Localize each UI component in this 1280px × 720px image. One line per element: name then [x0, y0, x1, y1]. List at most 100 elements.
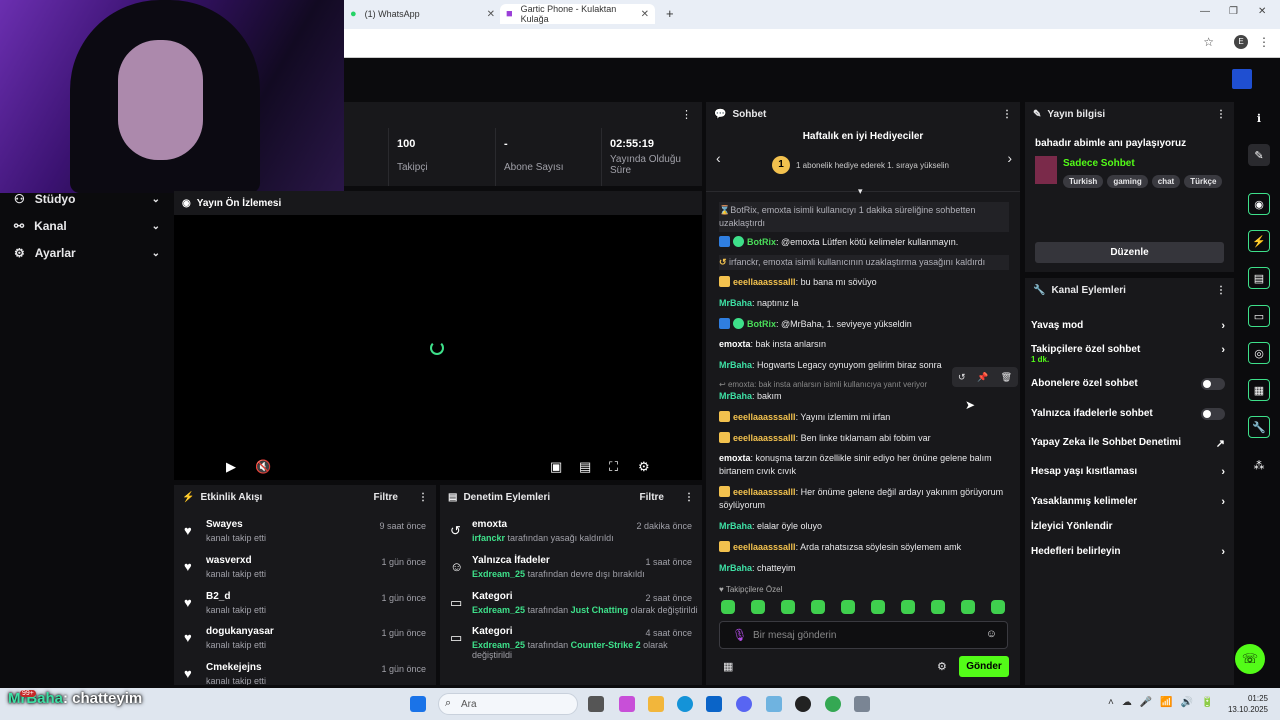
outlook-icon[interactable]	[706, 696, 722, 712]
apps-icon[interactable]: ⁂	[1248, 454, 1270, 476]
chat-username[interactable]: MrBaha	[719, 360, 752, 370]
list-item[interactable]: ↺ emoxta irfanckr tarafından yasağı kaldır…	[440, 519, 702, 553]
chat-username[interactable]: eeellaaasssalll	[733, 277, 796, 287]
lightning-icon[interactable]: ⚡	[1248, 230, 1270, 252]
list-item[interactable]: ♥ Swayes kanalı takip etti 9 saat önce	[174, 519, 436, 553]
tag[interactable]: Türkçe	[1184, 175, 1223, 188]
collapse-icon[interactable]: ▾	[858, 186, 863, 197]
chrome-icon[interactable]	[825, 696, 841, 712]
chat-input[interactable]: 🎙 Bir mesaj gönderin ☺	[719, 621, 1008, 649]
action-followers-only[interactable]: Takipçilere özel sohbet 1 dk. ›	[1031, 344, 1225, 364]
emoji-icon[interactable]: ☺	[986, 628, 997, 640]
chat-username[interactable]: eeellaaasssalll	[733, 412, 796, 422]
emote-icon[interactable]	[781, 600, 795, 614]
file-explorer-icon[interactable]	[648, 696, 664, 712]
more-icon[interactable]: ⋮	[684, 492, 694, 503]
maximize-icon[interactable]: ❐	[1229, 6, 1238, 17]
chat-username[interactable]: emoxta	[719, 453, 751, 463]
windows-start-icon[interactable]	[410, 696, 426, 712]
filter-button[interactable]: Filtre	[640, 492, 664, 503]
tag[interactable]: chat	[1151, 175, 1181, 188]
layout-icon[interactable]: ▦	[1248, 379, 1270, 401]
document-icon[interactable]: ▤	[1248, 267, 1270, 289]
list-item[interactable]: ♥ B2_d kanalı takip etti 1 gün önce	[174, 591, 436, 625]
preview-icon[interactable]: ◉	[1248, 193, 1270, 215]
chat-username[interactable]: emoxta	[719, 339, 751, 349]
taskbar-search[interactable]: ⌕ Ara	[438, 693, 578, 715]
emote-icon[interactable]	[871, 600, 885, 614]
user-avatar[interactable]	[1232, 69, 1252, 89]
tab-gartic[interactable]: ■ Gartic Phone - Kulaktan Kulağa ✕	[500, 4, 655, 24]
emote-icon[interactable]	[841, 600, 855, 614]
emote-icon[interactable]	[811, 600, 825, 614]
system-tray-icons[interactable]: ˄☁🎤📶🔊🔋	[1108, 697, 1222, 708]
new-tab-button[interactable]: +	[666, 6, 674, 21]
emote-icon[interactable]	[961, 600, 975, 614]
action-ai-moderation[interactable]: Yapay Zeka ile Sohbet Denetimi ↗	[1031, 437, 1225, 450]
app-icon[interactable]	[766, 696, 782, 712]
address-bar[interactable]: ☆ E ⋮	[344, 29, 1280, 58]
wrench-icon[interactable]: 🔧	[1248, 416, 1270, 438]
settings-icon[interactable]: ⚙	[937, 660, 947, 673]
more-icon[interactable]: ⋮	[681, 108, 692, 121]
tag[interactable]: gaming	[1107, 175, 1148, 188]
store-icon[interactable]: ▦	[723, 660, 733, 673]
chat-username[interactable]: MrBaha	[719, 298, 752, 308]
clock[interactable]: 01:25 13.10.2025	[1218, 693, 1268, 715]
chat-username[interactable]: MrBaha	[719, 521, 752, 531]
info-icon[interactable]: ℹ	[1248, 107, 1270, 129]
task-view-icon[interactable]	[588, 696, 604, 712]
broadcast-icon[interactable]: ◎	[1248, 342, 1270, 364]
edge-icon[interactable]	[677, 696, 693, 712]
chat-username[interactable]: BotRix	[747, 319, 776, 329]
settings-icon[interactable]: ⚙	[638, 459, 650, 475]
support-icon[interactable]: ☏	[1235, 644, 1265, 674]
close-icon[interactable]: ✕	[487, 9, 495, 20]
pencil-icon[interactable]: ✎	[1248, 144, 1270, 166]
action-account-age[interactable]: Hesap yaşı kısıtlaması ›	[1031, 466, 1225, 478]
settings-icon[interactable]	[854, 696, 870, 712]
sidebar-item-channel[interactable]: ⚯ Kanal ⌄	[14, 219, 160, 233]
send-button[interactable]: Gönder	[959, 656, 1009, 677]
tag[interactable]: Turkish	[1063, 175, 1104, 188]
list-item[interactable]: ▭ Kategori Exdream_25 tarafından Counter-S…	[440, 626, 702, 670]
more-icon[interactable]: ⋮	[1216, 109, 1226, 120]
pip-icon[interactable]: ▣	[550, 459, 562, 475]
list-item[interactable]: ☺ Yalnızca İfadeler Exdream_25 tarafından …	[440, 555, 702, 589]
theater-icon[interactable]: ▤	[579, 459, 591, 475]
chevron-right-icon[interactable]: ›	[1007, 150, 1012, 166]
tab-whatsapp[interactable]: ● (1) WhatsApp ✕	[350, 4, 495, 24]
chat-username[interactable]: eeellaaasssalll	[733, 542, 796, 552]
fullscreen-icon[interactable]: ⛶	[609, 459, 618, 475]
emote-icon[interactable]	[991, 600, 1005, 614]
toggle-switch[interactable]	[1201, 408, 1225, 420]
close-window-icon[interactable]: ✕	[1258, 6, 1266, 17]
list-item[interactable]: ♥ wasverxd kanalı takip etti 1 gün önce	[174, 555, 436, 589]
list-item[interactable]: ▭ Kategori Exdream_25 tarafından Just Chat…	[440, 591, 702, 625]
emote-icon[interactable]	[901, 600, 915, 614]
list-item[interactable]: ♥ dogukanyasar kanalı takip etti 1 gün önce	[174, 626, 436, 660]
sidebar-item-studio[interactable]: ⚇ Stüdyo ⌄	[14, 192, 160, 206]
profile-avatar[interactable]: E	[1234, 35, 1248, 49]
chat-username[interactable]: eeellaaasssalll	[733, 487, 796, 497]
play-icon[interactable]: ▶	[226, 459, 236, 475]
obs-icon[interactable]	[795, 696, 811, 712]
emote-icon[interactable]	[751, 600, 765, 614]
chat-username[interactable]: BotRix	[747, 237, 776, 247]
action-slow-mode[interactable]: Yavaş mod ›	[1031, 320, 1225, 332]
edit-button[interactable]: Düzenle	[1035, 242, 1224, 263]
action-host[interactable]: İzleyici Yönlendir	[1031, 521, 1225, 532]
emote-icon[interactable]	[721, 600, 735, 614]
action-subscribers-only[interactable]: Abonelere özel sohbet	[1031, 378, 1225, 390]
filter-button[interactable]: Filtre	[374, 492, 398, 503]
emote-icon[interactable]	[931, 600, 945, 614]
chat-username[interactable]: MrBaha	[719, 391, 752, 401]
discord-icon[interactable]	[736, 696, 752, 712]
action-goals[interactable]: Hedefleri belirleyin ›	[1031, 546, 1225, 558]
chat-icon[interactable]: ▭	[1248, 305, 1270, 327]
list-item[interactable]: ♥ Cmekejejns kanalı takip etti 1 gün önce	[174, 662, 436, 685]
more-icon[interactable]: ⋮	[1258, 35, 1270, 49]
more-icon[interactable]: ⋮	[1002, 109, 1012, 120]
close-icon[interactable]: ✕	[641, 9, 649, 20]
category-name[interactable]: Sadece Sohbet	[1063, 158, 1135, 169]
